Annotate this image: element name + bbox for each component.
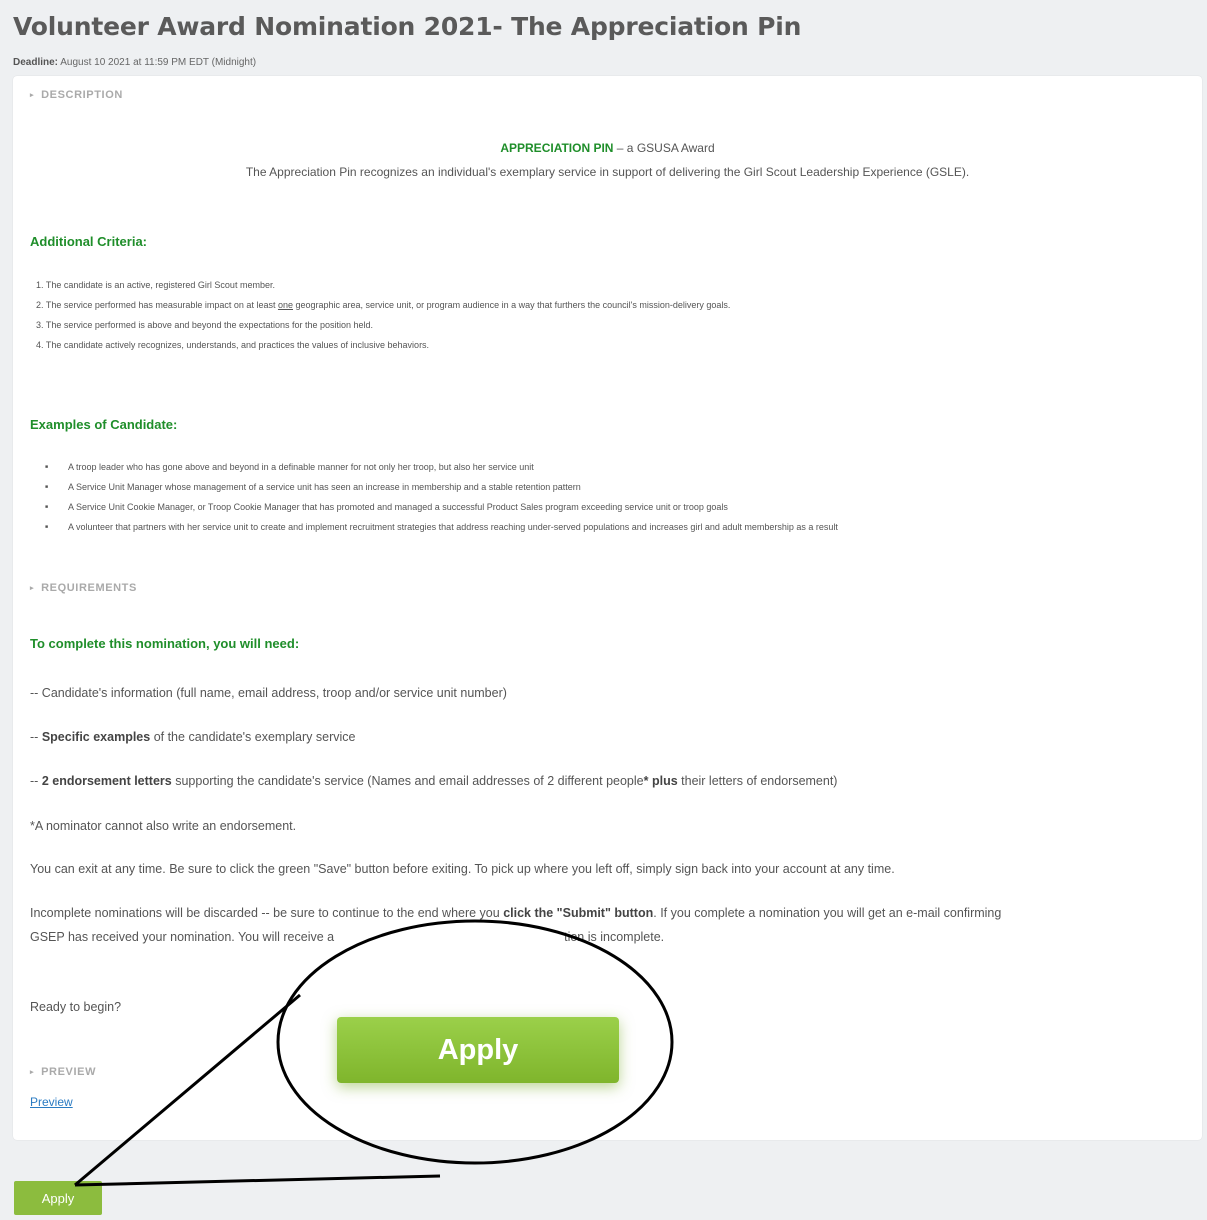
list-item: 4. The candidate actively recognizes, un… bbox=[36, 340, 430, 350]
incomplete-instructions: Incomplete nominations will be discarded… bbox=[30, 906, 1002, 944]
preview-link[interactable]: Preview bbox=[30, 1095, 73, 1109]
requirements-heading: To complete this nomination, you will ne… bbox=[30, 636, 300, 651]
nomination-card: ▸ DESCRIPTION APPRECIATION PIN – a GSUSA … bbox=[13, 76, 1202, 1140]
caret-right-icon: ▸ bbox=[30, 585, 35, 592]
pin-title-line: APPRECIATION PIN – a GSUSA Award bbox=[13, 141, 1202, 155]
examples-heading: Examples of Candidate: bbox=[30, 417, 178, 432]
requirements-section-label: REQUIREMENTS bbox=[41, 582, 137, 594]
list-item: A troop leader who has gone above and be… bbox=[43, 457, 1163, 477]
pin-suffix: – a GSUSA Award bbox=[613, 141, 715, 155]
preview-section-toggle[interactable]: ▸ PREVIEW bbox=[30, 1066, 96, 1078]
list-item: A Service Unit Manager whose management … bbox=[43, 477, 1163, 497]
description-section-toggle[interactable]: ▸ DESCRIPTION bbox=[30, 89, 123, 101]
requirement-specific-examples: -- Specific examples of the candidate's … bbox=[30, 730, 356, 744]
list-item: A Service Unit Cookie Manager, or Troop … bbox=[43, 497, 1163, 517]
exit-instructions: You can exit at any time. Be sure to cli… bbox=[30, 862, 895, 876]
pin-title: APPRECIATION PIN bbox=[500, 141, 614, 155]
list-item: 2. The service performed has measurable … bbox=[36, 300, 731, 310]
caret-right-icon: ▸ bbox=[30, 92, 35, 99]
callout-apply-button: Apply bbox=[337, 1017, 619, 1083]
examples-list: A troop leader who has gone above and be… bbox=[43, 457, 1163, 537]
requirement-endorsements: -- 2 endorsement letters supporting the … bbox=[30, 774, 838, 788]
ready-prompt: Ready to begin? bbox=[30, 1000, 122, 1014]
description-section-label: DESCRIPTION bbox=[41, 89, 123, 101]
callout-line-lower bbox=[74, 1174, 441, 1187]
nominator-note: *A nominator cannot also write an endors… bbox=[30, 819, 297, 833]
preview-section-label: PREVIEW bbox=[41, 1066, 97, 1078]
deadline-value: August 10 2021 at 11:59 PM EDT (Midnight… bbox=[58, 57, 257, 68]
caret-right-icon: ▸ bbox=[30, 1069, 35, 1076]
apply-button[interactable]: Apply bbox=[14, 1181, 102, 1215]
page-title: Volunteer Award Nomination 2021- The App… bbox=[13, 12, 802, 41]
requirements-section-toggle[interactable]: ▸ REQUIREMENTS bbox=[30, 582, 137, 594]
list-item: A volunteer that partners with her servi… bbox=[43, 517, 1163, 537]
criteria-heading: Additional Criteria: bbox=[30, 234, 148, 249]
list-item: 1. The candidate is an active, registere… bbox=[36, 280, 275, 290]
pin-description: The Appreciation Pin recognizes an indiv… bbox=[245, 165, 970, 179]
criteria-list: 1. The candidate is an active, registere… bbox=[36, 275, 730, 355]
deadline-label: Deadline: bbox=[13, 57, 59, 68]
list-item: 3. The service performed is above and be… bbox=[36, 320, 374, 330]
deadline: Deadline: August 10 2021 at 11:59 PM EDT… bbox=[13, 57, 256, 68]
underlined-one: one bbox=[277, 300, 293, 310]
requirement-candidate-info: -- Candidate's information (full name, e… bbox=[30, 686, 507, 700]
